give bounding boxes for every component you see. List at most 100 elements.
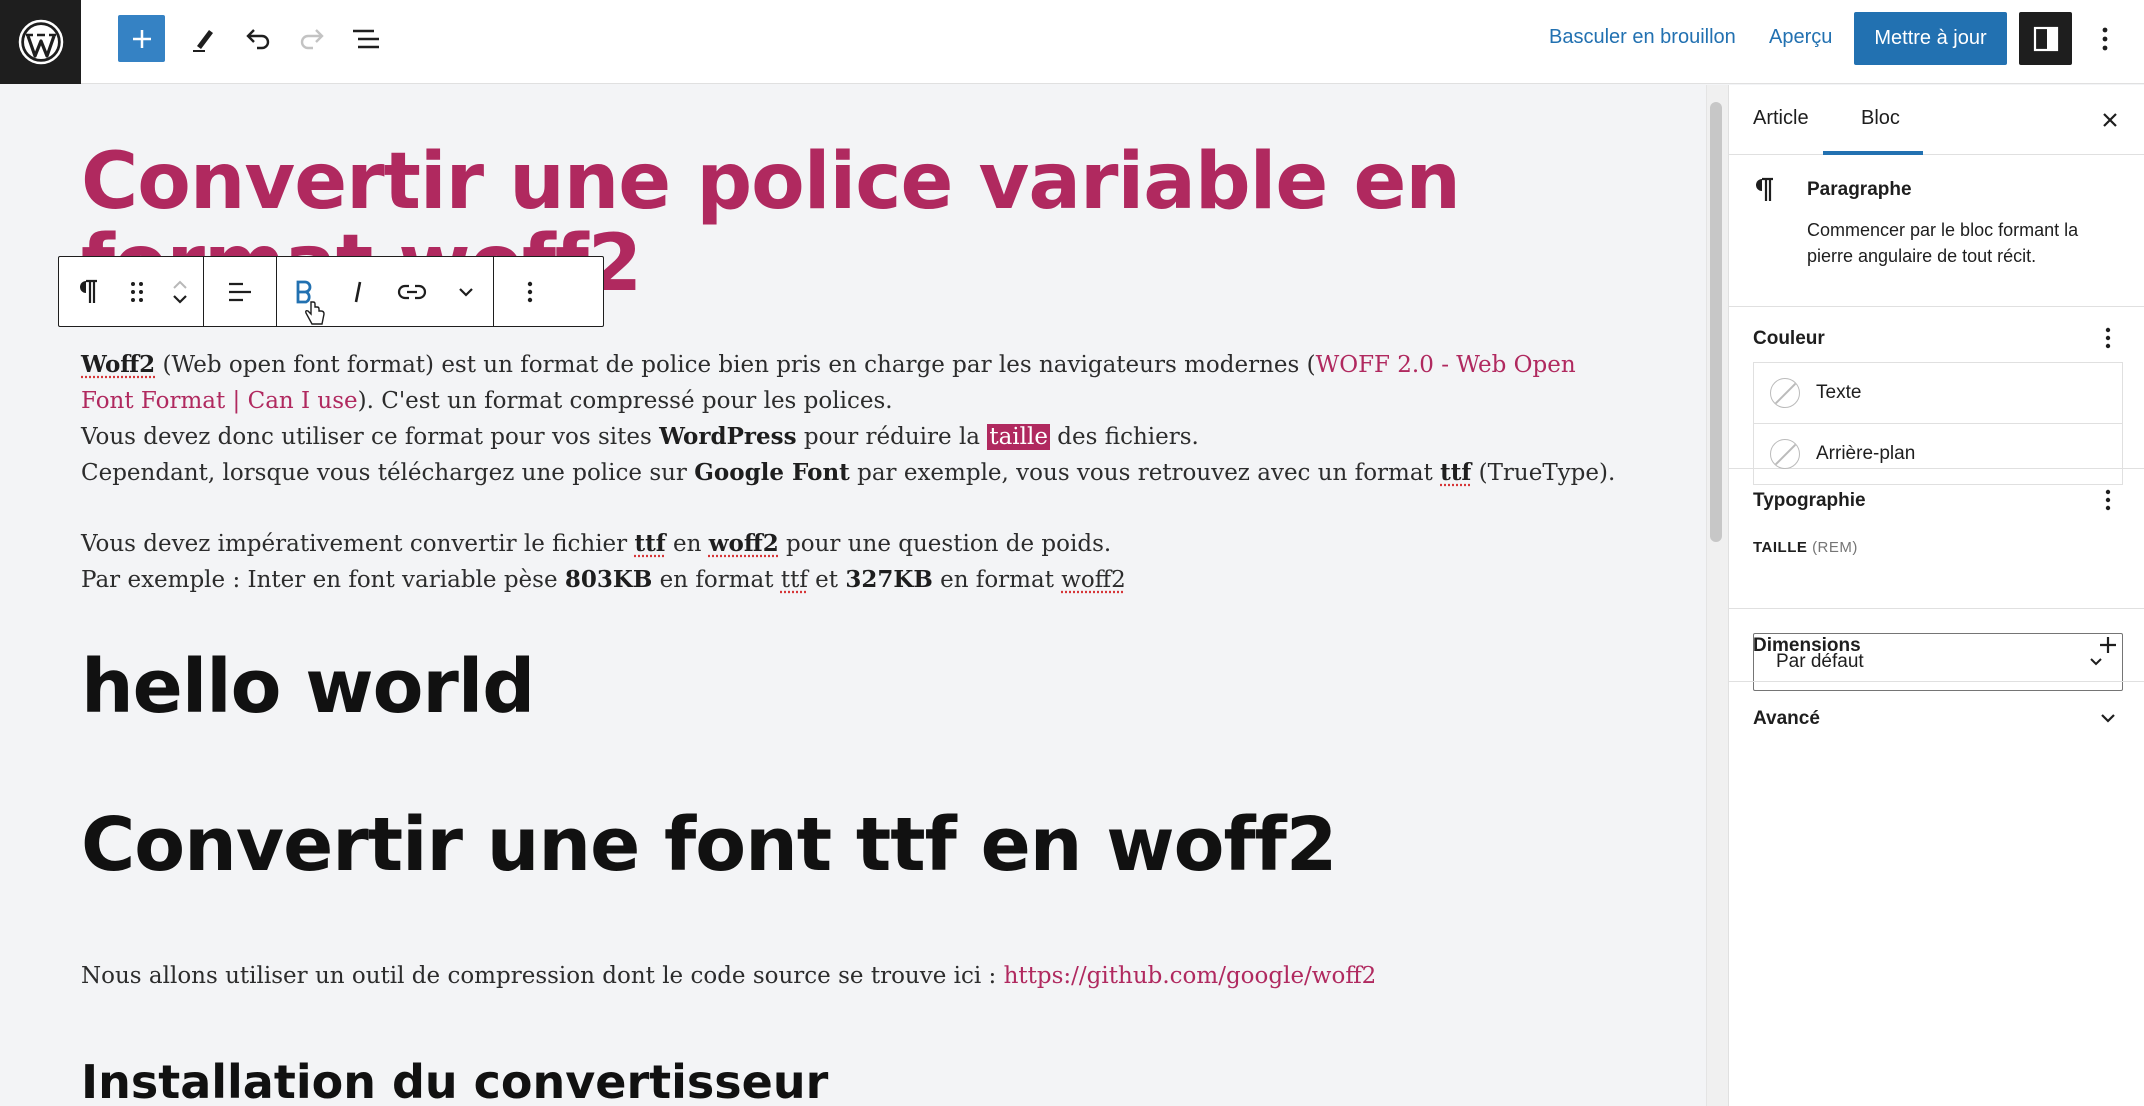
advanced-panel[interactable]: Avancé — [1729, 682, 2144, 755]
text: Vous devez impérativement convertir le f… — [81, 531, 635, 557]
editor-canvas[interactable]: Convertir une police variable en format … — [0, 85, 1706, 1106]
text: ttf — [780, 567, 808, 593]
selected-text: taille — [987, 424, 1050, 450]
move-up-icon[interactable] — [170, 278, 190, 292]
block-toolbar-group-block — [59, 257, 204, 326]
plus-icon — [132, 29, 151, 48]
block-toolbar-group-format — [277, 257, 494, 326]
tools-button[interactable] — [183, 18, 225, 60]
bold-text: Google Font — [694, 459, 850, 486]
block-card: Paragraphe Commencer par le bloc formant… — [1729, 155, 2144, 307]
add-block-button[interactable] — [118, 15, 165, 62]
color-panel: Couleur Texte Arrière-plan — [1729, 307, 2144, 485]
text: et — [807, 567, 846, 593]
text: Vous devez donc utiliser ce format pour … — [81, 424, 660, 450]
cursor-hand-icon — [305, 300, 325, 325]
move-down-icon[interactable] — [170, 292, 190, 306]
dimensions-panel-title: Dimensions — [1753, 635, 1861, 656]
paragraph-block[interactable]: Woff2 (Web open font format) est un form… — [81, 347, 1621, 491]
dimensions-panel[interactable]: Dimensions — [1729, 609, 2144, 682]
block-card-title: Paragraphe — [1807, 179, 1912, 200]
color-options-button[interactable] — [2093, 323, 2123, 353]
text: pour une question de poids. — [778, 531, 1112, 557]
text: pour réduire la — [796, 424, 988, 450]
sidebar-tabs: Article Bloc — [1729, 85, 2144, 155]
bold-text: WordPress — [659, 423, 797, 450]
typography-panel: Typographie TAILLE (REM) — [1729, 469, 2144, 609]
canvas-scrollbar-thumb[interactable] — [1710, 102, 1722, 542]
typography-options-button[interactable] — [2093, 485, 2123, 515]
text: Nous allons utiliser un outil de compres… — [81, 963, 1004, 989]
typography-panel-title: Typographie — [1753, 490, 1866, 511]
size-unit-text: (REM) — [1812, 539, 1858, 556]
block-toolbar-group-align — [204, 257, 277, 326]
block-toolbar — [58, 256, 604, 327]
color-panel-title: Couleur — [1753, 328, 1825, 349]
bold-text: woff2 — [708, 530, 779, 557]
text: woff2 — [1061, 567, 1126, 593]
more-vertical-icon[interactable] — [494, 258, 566, 326]
drag-handle-icon[interactable] — [117, 258, 157, 326]
redo-icon — [300, 29, 324, 50]
color-swatch-icon — [1770, 439, 1800, 469]
italic-icon[interactable] — [331, 258, 385, 326]
heading-block[interactable]: Installation du convertisseur — [81, 1053, 828, 1106]
paragraph-icon[interactable] — [59, 258, 117, 326]
text: (Web open font format) est un format de … — [155, 352, 1316, 378]
bold-icon[interactable] — [277, 258, 331, 326]
paragraph-block[interactable]: Nous allons utiliser un outil de compres… — [81, 958, 1621, 994]
redo-button[interactable] — [291, 18, 333, 60]
size-label-text: TAILLE — [1753, 539, 1808, 556]
tab-article[interactable]: Article — [1753, 107, 1809, 130]
chevron-down-icon[interactable] — [2093, 703, 2123, 733]
wordpress-logo-icon[interactable] — [0, 0, 81, 84]
close-icon — [2103, 113, 2117, 127]
more-vertical-icon — [2105, 489, 2111, 511]
block-toolbar-group-more — [494, 257, 566, 326]
switch-to-draft-link[interactable]: Basculer en brouillon — [1549, 26, 1736, 49]
undo-button[interactable] — [237, 18, 279, 60]
list-view-button[interactable] — [345, 18, 387, 60]
align-icon[interactable] — [204, 258, 276, 326]
text: par exemple, vous vous retrouvez avec un… — [849, 460, 1441, 486]
bold-text: ttf — [1440, 459, 1472, 486]
heading-block[interactable]: Convertir une font ttf en woff2 — [81, 803, 1337, 887]
paragraph-block[interactable]: Vous devez impérativement convertir le f… — [81, 526, 1621, 598]
text: ). C'est un format compressé pour les po… — [357, 388, 893, 414]
tab-bloc[interactable]: Bloc — [1861, 107, 1900, 130]
heading-block[interactable]: hello world — [81, 645, 535, 729]
text: des fichiers. — [1049, 424, 1199, 450]
settings-sidebar: Article Bloc Paragraphe Commencer par le… — [1728, 85, 2144, 1106]
link-icon[interactable] — [385, 258, 439, 326]
text: en format — [932, 567, 1062, 593]
list-view-icon — [353, 29, 379, 49]
color-item-label: Texte — [1816, 382, 1862, 403]
update-button[interactable]: Mettre à jour — [1854, 12, 2007, 65]
text: en — [665, 531, 709, 557]
text: Cependant, lorsque vous téléchargez une … — [81, 460, 695, 486]
paragraph-icon — [1753, 177, 1775, 208]
inline-link[interactable]: https://github.com/google/woff2 — [1004, 963, 1377, 989]
bold-text: Woff2 — [81, 351, 156, 378]
size-label: TAILLE (REM) — [1753, 539, 1858, 556]
color-swatch-icon — [1770, 378, 1800, 408]
chevron-down-icon[interactable] — [439, 258, 493, 326]
undo-icon — [246, 29, 270, 50]
block-card-description: Commencer par le bloc formant la pierre … — [1807, 220, 2079, 266]
color-item-text[interactable]: Texte — [1753, 362, 2123, 424]
text: en format — [652, 567, 781, 593]
close-sidebar-button[interactable] — [2093, 103, 2127, 137]
advanced-panel-title: Avancé — [1753, 708, 1820, 729]
more-vertical-icon — [2105, 327, 2111, 349]
plus-icon[interactable] — [2093, 630, 2123, 660]
text: (TrueType). — [1471, 460, 1616, 486]
options-menu-button[interactable] — [2090, 18, 2120, 60]
settings-toggle-button[interactable] — [2019, 12, 2072, 65]
more-vertical-icon — [2102, 27, 2108, 51]
editor-header: Basculer en brouillon Aperçu Mettre à jo… — [0, 0, 2144, 84]
bold-text: 327KB — [845, 566, 933, 593]
sidebar-toggle-icon — [2033, 26, 2058, 51]
text: Par exemple : Inter en font variable pès… — [81, 567, 565, 593]
preview-link[interactable]: Aperçu — [1769, 26, 1832, 49]
move-buttons — [157, 258, 203, 326]
